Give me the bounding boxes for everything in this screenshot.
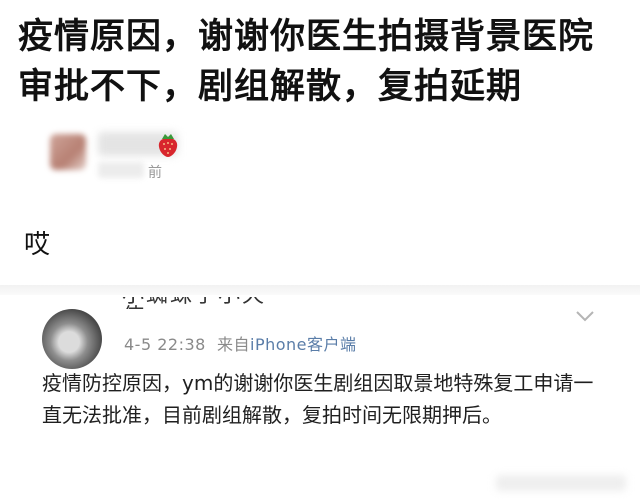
- card-source[interactable]: iPhone客户端: [250, 335, 357, 354]
- card-author-avatar[interactable]: [42, 309, 102, 369]
- post-time-suffix: 前: [148, 165, 162, 181]
- weibo-card: 小蜘蛛子小天使 4-5 22:38 来自iPhone客户端 疫情防控原因，ym的…: [0, 295, 640, 499]
- chevron-down-icon[interactable]: [574, 309, 596, 323]
- screenshot: 疫情原因，谢谢你医生拍摄背景医院审批不下，剧组解散，复拍延期 前 哎 小蜘蛛子小…: [0, 0, 640, 499]
- post-time-blurred: [98, 162, 144, 178]
- card-author-name-text: 小蜘蛛子小天使: [122, 297, 282, 309]
- card-meta: 4-5 22:38 来自iPhone客户端: [124, 331, 357, 355]
- strawberry-icon: [158, 134, 178, 157]
- author-row: 前: [44, 126, 244, 186]
- divider: [0, 285, 640, 295]
- watermark-blurred: [496, 475, 626, 491]
- card-body-text: 疫情防控原因，ym的谢谢你医生剧组因取景地特殊复工申请一直无法批准，目前剧组解散…: [42, 371, 594, 427]
- reply-text: 哎: [24, 230, 51, 260]
- card-from-label: 来自: [217, 335, 251, 354]
- author-avatar[interactable]: [50, 134, 86, 170]
- card-author-name[interactable]: 小蜘蛛子小天使: [122, 297, 282, 309]
- post-title: 疫情原因，谢谢你医生拍摄背景医院审批不下，剧组解散，复拍延期: [18, 17, 595, 107]
- card-time: 4-5 22:38: [124, 335, 206, 354]
